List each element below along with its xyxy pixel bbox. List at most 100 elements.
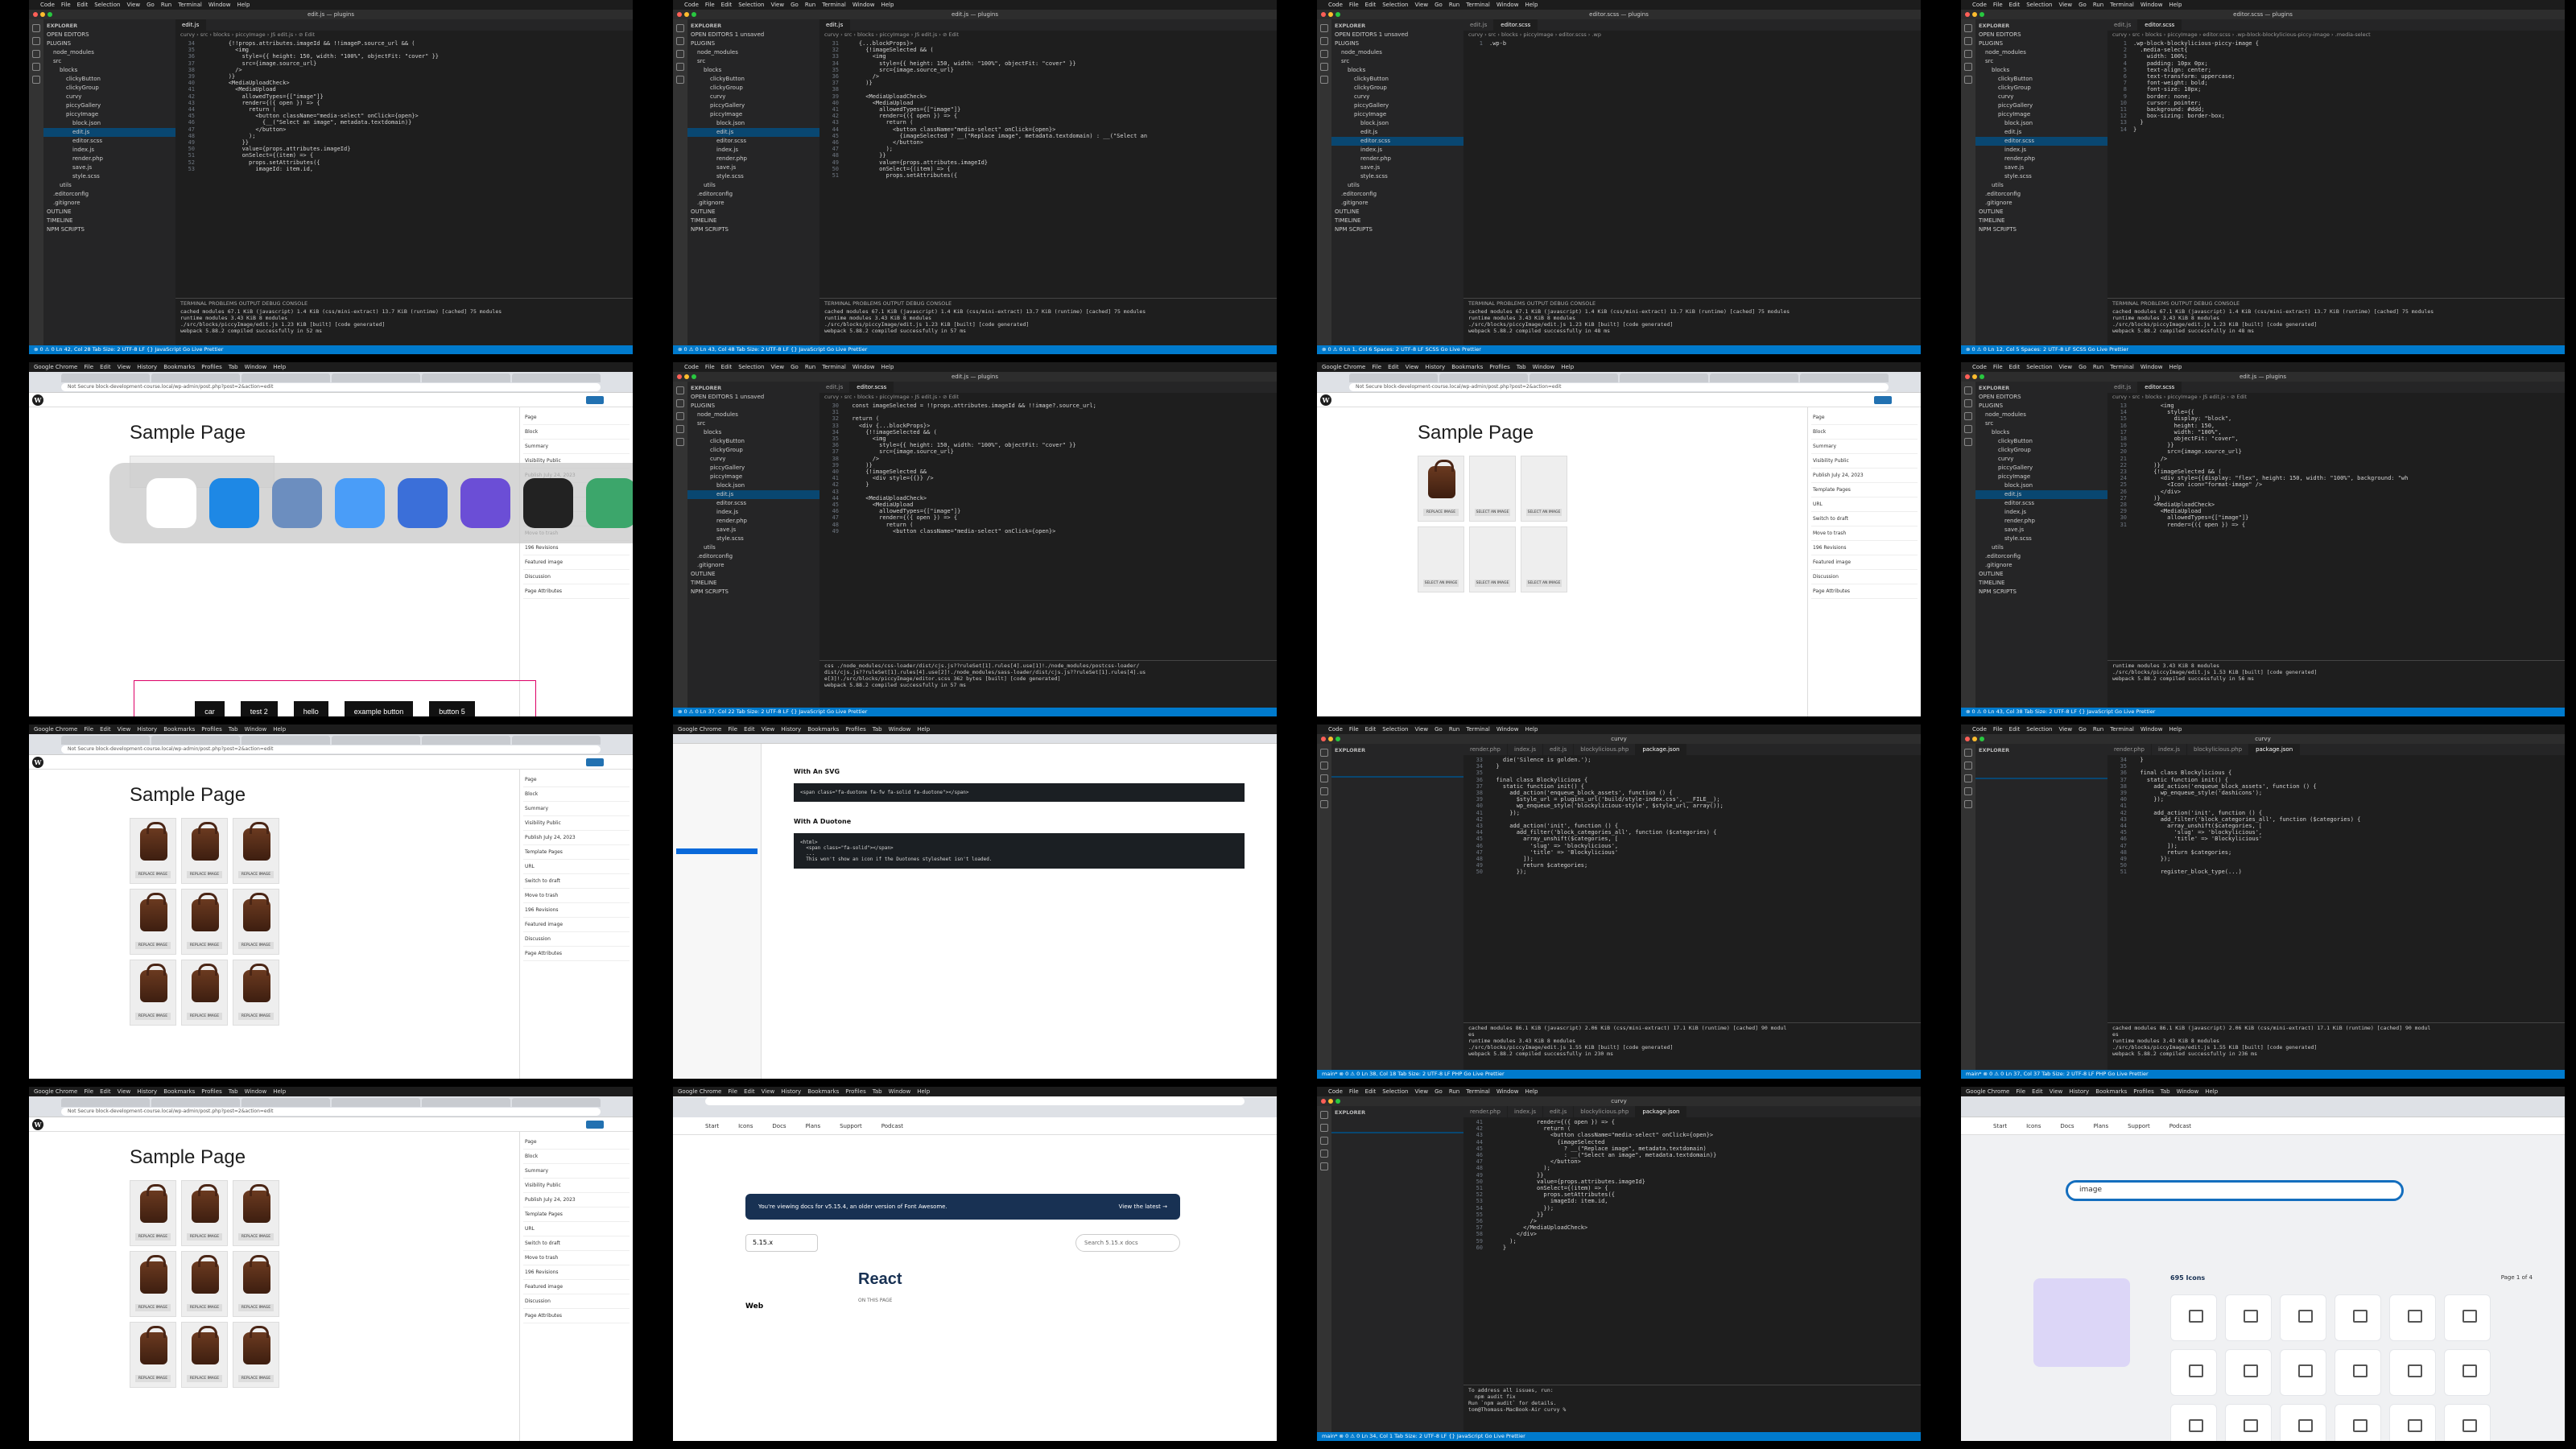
- image-icon[interactable]: [2444, 1404, 2491, 1441]
- docs-nav-item[interactable]: [676, 910, 758, 916]
- sidebar-row[interactable]: Featured image: [523, 1280, 630, 1294]
- menu-item[interactable]: Code: [1328, 726, 1343, 733]
- zoom-button[interactable]: [1979, 12, 1984, 17]
- search-icon[interactable]: [1964, 37, 1972, 45]
- menu-item[interactable]: Google Chrome: [34, 1088, 77, 1095]
- menu-item[interactable]: View: [1414, 1088, 1428, 1095]
- run-icon[interactable]: [1964, 425, 1972, 433]
- menu-item[interactable]: Edit: [1388, 364, 1399, 370]
- docs-nav-item[interactable]: [676, 815, 758, 820]
- extensions-icon[interactable]: [1964, 76, 1972, 84]
- menu-item[interactable]: Edit: [77, 2, 89, 8]
- image-icon[interactable]: [2389, 1294, 2436, 1341]
- image-icon[interactable]: [2334, 1294, 2381, 1341]
- close-button[interactable]: [1321, 1099, 1326, 1104]
- sidebar-row[interactable]: Page: [523, 1135, 630, 1150]
- gallery-tile[interactable]: REPLACE IMAGE: [233, 1180, 279, 1246]
- files-icon[interactable]: [1320, 24, 1328, 32]
- replace-image-button[interactable]: REPLACE IMAGE: [187, 942, 222, 949]
- tree-item[interactable]: clickyGroup: [43, 84, 175, 93]
- editor-tab[interactable]: edit.js: [1463, 19, 1495, 31]
- replace-image-button[interactable]: REPLACE IMAGE: [135, 871, 171, 878]
- menu-item[interactable]: Selection: [1382, 1088, 1408, 1095]
- terminal-tabs[interactable]: TERMINAL PROBLEMS OUTPUT DEBUG CONSOLE: [1468, 300, 1916, 307]
- image-icon[interactable]: [2225, 1404, 2272, 1441]
- gallery-tile[interactable]: SELECT AN IMAGE: [1469, 526, 1516, 592]
- replace-image-button[interactable]: SELECT AN IMAGE: [1526, 509, 1562, 516]
- menu-item[interactable]: Selection: [738, 364, 764, 370]
- tree-item[interactable]: save.js: [1975, 526, 2107, 535]
- gallery-tile[interactable]: REPLACE IMAGE: [130, 1322, 176, 1388]
- menu-item[interactable]: Go: [2079, 364, 2087, 370]
- tree-item[interactable]: OPEN EDITORS: [1975, 393, 2107, 402]
- docs-nav-item[interactable]: [676, 916, 758, 922]
- tree-item[interactable]: OUTLINE: [1975, 208, 2107, 217]
- browser-tab[interactable]: [61, 1098, 150, 1107]
- menu-item[interactable]: Code: [1972, 726, 1987, 733]
- menu-item[interactable]: Go: [2079, 2, 2087, 8]
- image-icon[interactable]: [2170, 1404, 2217, 1441]
- files-icon[interactable]: [676, 386, 684, 394]
- sidebar-row[interactable]: Move to trash: [523, 1251, 630, 1265]
- menu-item[interactable]: Go: [1435, 2, 1443, 8]
- sidebar-row[interactable]: Publish July 24, 2023: [1811, 469, 1918, 483]
- menu-item[interactable]: File: [61, 2, 71, 8]
- gallery-tile[interactable]: REPLACE IMAGE: [1418, 456, 1464, 522]
- files-icon[interactable]: [1964, 386, 1972, 394]
- tree-item[interactable]: curvy: [1975, 455, 2107, 464]
- editor-tab[interactable]: edit.js: [819, 382, 851, 393]
- app-icon[interactable]: [586, 478, 633, 528]
- menu-item[interactable]: Code: [1328, 2, 1343, 8]
- replace-image-button[interactable]: REPLACE IMAGE: [187, 1375, 222, 1382]
- docs-nav-item[interactable]: [676, 837, 758, 843]
- menu-item[interactable]: Tab: [2161, 1088, 2170, 1095]
- docs-nav-item[interactable]: [676, 747, 758, 753]
- tree-item[interactable]: node_modules: [687, 48, 819, 57]
- run-icon[interactable]: [676, 425, 684, 433]
- menu-item[interactable]: Edit: [2009, 2, 2021, 8]
- nav-link[interactable]: Support: [840, 1123, 862, 1129]
- menu-item[interactable]: History: [2069, 1088, 2089, 1095]
- menu-item[interactable]: View: [1406, 364, 1419, 370]
- sidebar-row[interactable]: Move to trash: [1811, 526, 1918, 541]
- tree-item[interactable]: clickyButton: [687, 75, 819, 84]
- browser-tab[interactable]: [422, 374, 510, 382]
- replace-image-button[interactable]: REPLACE IMAGE: [1423, 509, 1459, 516]
- close-button[interactable]: [33, 12, 38, 17]
- editor-tab[interactable]: blockylicious.php: [1574, 744, 1637, 755]
- menu-item[interactable]: View: [770, 364, 784, 370]
- menu-item[interactable]: Bookmarks: [1451, 364, 1483, 370]
- files-icon[interactable]: [1964, 749, 1972, 757]
- menu-item[interactable]: Bookmarks: [807, 1088, 839, 1095]
- menu-item[interactable]: Tab: [229, 1088, 238, 1095]
- wordpress-logo-icon[interactable]: W: [1320, 394, 1331, 406]
- tree-item[interactable]: node_modules: [43, 48, 175, 57]
- sidebar-row[interactable]: 196 Revisions: [523, 903, 630, 918]
- address-bar[interactable]: Not Secure block-development-course.loca…: [61, 383, 601, 391]
- sidebar-row[interactable]: Block: [523, 425, 630, 440]
- tree-item[interactable]: .editorconfig: [1331, 190, 1463, 199]
- docs-nav-item[interactable]: [676, 820, 758, 826]
- menu-item[interactable]: File: [84, 1088, 93, 1095]
- tree-item[interactable]: NPM SCRIPTS: [1975, 225, 2107, 234]
- tree-item[interactable]: src: [1331, 57, 1463, 66]
- editor-tab[interactable]: package.json: [1636, 744, 1687, 755]
- update-button[interactable]: [586, 396, 604, 404]
- menu-item[interactable]: Profiles: [201, 1088, 221, 1095]
- menu-item[interactable]: Help: [1525, 2, 1538, 8]
- tree-item[interactable]: .editorconfig: [687, 552, 819, 561]
- close-button[interactable]: [677, 374, 682, 379]
- gallery-tile[interactable]: REPLACE IMAGE: [233, 818, 279, 884]
- tree-item[interactable]: NPM SCRIPTS: [687, 588, 819, 597]
- browser-tab[interactable]: [242, 374, 330, 382]
- tree-item[interactable]: PLUGINS: [1975, 402, 2107, 411]
- browser-tab[interactable]: [151, 1098, 240, 1107]
- menu-item[interactable]: Google Chrome: [34, 726, 77, 733]
- tree-item[interactable]: curvy: [687, 93, 819, 101]
- replace-image-button[interactable]: REPLACE IMAGE: [187, 1013, 222, 1020]
- zoom-button[interactable]: [47, 12, 52, 17]
- replace-image-button[interactable]: REPLACE IMAGE: [238, 1233, 274, 1241]
- extensions-icon[interactable]: [1320, 76, 1328, 84]
- gallery-tile[interactable]: REPLACE IMAGE: [181, 818, 228, 884]
- tree-item[interactable]: PLUGINS: [1331, 39, 1463, 48]
